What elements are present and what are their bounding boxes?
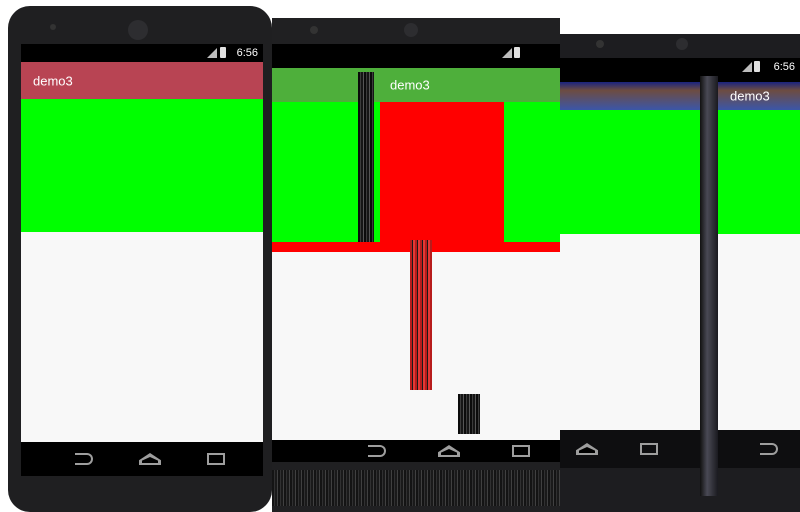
back-icon[interactable]: [75, 453, 93, 465]
signal-icon: [502, 48, 512, 58]
home-icon[interactable]: [576, 443, 598, 455]
red-box: [380, 102, 504, 242]
recent-apps-icon[interactable]: [512, 445, 530, 457]
green-view: [21, 99, 263, 232]
phone-screen-1: 6:56 demo3: [21, 44, 263, 476]
phone-screen-3: 6:56 demo3: [560, 58, 800, 468]
navigation-bar: [560, 430, 800, 468]
frame-noise: [272, 470, 560, 506]
front-camera: [676, 38, 688, 50]
back-icon[interactable]: [368, 445, 386, 457]
app-title: demo3: [390, 77, 430, 93]
navigation-bar: [272, 440, 560, 462]
render-glitch: [358, 72, 374, 242]
status-bar: 6:56: [560, 58, 800, 76]
app-bar: demo3: [21, 62, 263, 99]
green-view: [560, 110, 800, 234]
battery-icon: [514, 47, 520, 58]
recent-apps-icon[interactable]: [207, 453, 225, 465]
front-camera: [404, 23, 418, 37]
status-bar: [272, 44, 560, 62]
content-area: [21, 232, 263, 442]
battery-icon: [754, 61, 760, 72]
render-glitch: [458, 394, 480, 434]
front-camera: [128, 20, 148, 40]
sensor-dot: [50, 24, 56, 30]
app-title: demo3: [730, 88, 770, 104]
status-bar: 6:56: [21, 44, 263, 62]
sensor-dot: [310, 26, 318, 34]
back-icon[interactable]: [760, 443, 778, 455]
home-icon[interactable]: [139, 453, 161, 465]
sensor-dot: [596, 40, 604, 48]
status-time: 6:56: [773, 61, 795, 73]
recent-apps-icon[interactable]: [640, 443, 658, 455]
signal-icon: [207, 48, 217, 58]
app-bar: demo3: [272, 68, 560, 102]
battery-icon: [220, 47, 226, 58]
home-icon[interactable]: [438, 445, 460, 457]
phone-frame-2: demo3: [272, 18, 560, 512]
phone-screen-2: demo3: [272, 44, 560, 462]
app-title: demo3: [33, 73, 73, 88]
phone-frame-1: 6:56 demo3: [8, 6, 272, 512]
content-area: [560, 234, 800, 430]
app-bar: demo3: [560, 82, 800, 110]
render-glitch: [410, 240, 432, 390]
navigation-bar: [21, 442, 263, 476]
device-edge: [700, 76, 718, 496]
phone-frame-3: 6:56 demo3: [560, 34, 800, 512]
status-time: 6:56: [236, 47, 258, 59]
signal-icon: [742, 62, 752, 72]
